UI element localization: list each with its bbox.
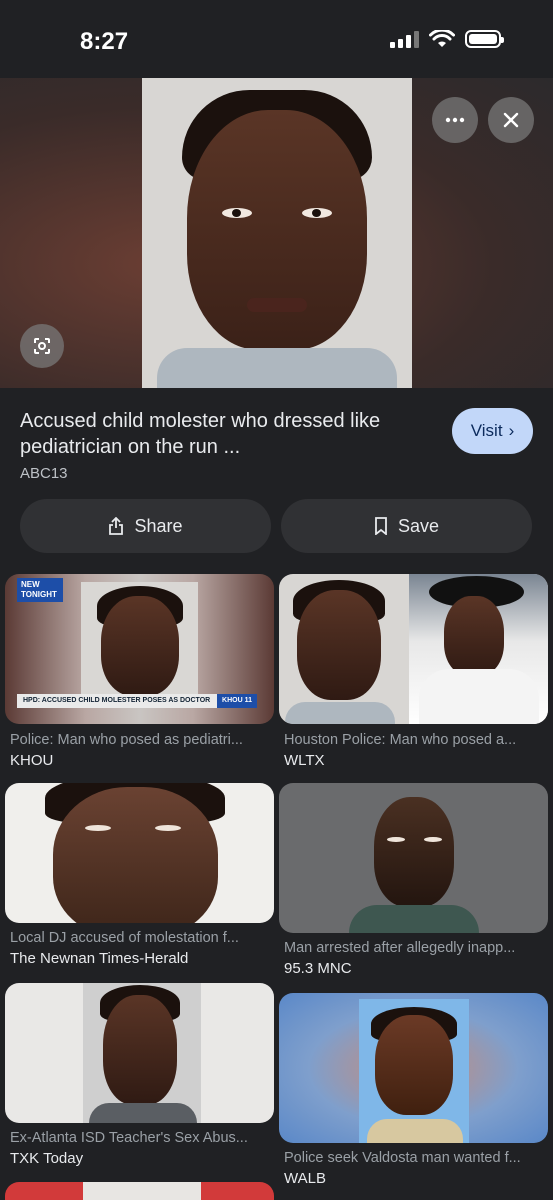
related-card[interactable]: Man arrested after allegedly inapp... 95… xyxy=(279,783,548,983)
close-icon xyxy=(503,112,519,128)
related-caption: Police seek Valdosta man wanted f... xyxy=(284,1150,521,1166)
related-caption: Houston Police: Man who posed a... xyxy=(284,732,517,748)
related-thumbnail xyxy=(5,983,274,1123)
more-options-button[interactable] xyxy=(432,97,478,143)
bookmark-icon xyxy=(375,517,387,535)
cellular-signal-icon xyxy=(390,30,419,48)
related-card-partial[interactable] xyxy=(5,1182,274,1200)
related-source: TXK Today xyxy=(10,1150,84,1167)
lens-icon xyxy=(34,338,50,354)
related-source: KHOU xyxy=(10,752,54,769)
related-card[interactable]: NEW TONIGHT HPD: ACCUSED CHILD MOLESTER … xyxy=(5,574,274,774)
related-thumbnail xyxy=(279,993,548,1143)
visit-label: Visit xyxy=(470,421,503,440)
related-card[interactable]: Ex-Atlanta ISD Teacher's Sex Abus... TXK… xyxy=(5,983,274,1173)
related-caption: Man arrested after allegedly inapp... xyxy=(284,940,516,956)
lower-third: HPD: ACCUSED CHILD MOLESTER POSES AS DOC… xyxy=(17,694,257,708)
related-thumbnail: NEW TONIGHT HPD: ACCUSED CHILD MOLESTER … xyxy=(5,574,274,724)
related-card[interactable]: Local DJ accused of molestation f... The… xyxy=(5,783,274,973)
news-badge: NEW TONIGHT xyxy=(17,578,63,602)
lens-search-button[interactable] xyxy=(20,324,64,368)
related-card[interactable]: Police seek Valdosta man wanted f... WAL… xyxy=(279,993,548,1188)
related-caption: Ex-Atlanta ISD Teacher's Sex Abus... xyxy=(10,1130,248,1146)
share-icon xyxy=(109,517,124,535)
status-time: 8:27 xyxy=(80,28,129,55)
ellipsis-icon xyxy=(445,117,465,123)
related-source: WLTX xyxy=(284,752,325,769)
share-button[interactable]: Share xyxy=(20,499,271,553)
close-button[interactable] xyxy=(488,97,534,143)
status-bar: 8:27 xyxy=(0,0,553,78)
mugshot-photo xyxy=(142,78,412,388)
related-thumbnail xyxy=(5,783,274,923)
related-source: WALB xyxy=(284,1170,326,1187)
save-label: Save xyxy=(397,515,440,536)
result-title[interactable]: Accused child molester who dressed like … xyxy=(20,408,430,460)
battery-icon xyxy=(465,30,504,48)
visit-button[interactable]: Visit › xyxy=(452,408,533,454)
chevron-right-icon: › xyxy=(508,421,515,440)
save-button[interactable]: Save xyxy=(281,499,532,553)
status-icons xyxy=(390,30,504,48)
related-card[interactable]: Houston Police: Man who posed a... WLTX xyxy=(279,574,548,774)
share-label: Share xyxy=(134,515,183,536)
related-thumbnail xyxy=(279,783,548,933)
related-caption: Local DJ accused of molestation f... xyxy=(10,930,239,946)
related-caption: Police: Man who posed as pediatri... xyxy=(10,732,243,748)
related-thumbnail xyxy=(279,574,548,724)
related-source: 95.3 MNC xyxy=(284,960,352,977)
result-source: ABC13 xyxy=(20,465,68,482)
related-source: The Newnan Times-Herald xyxy=(10,950,189,967)
wifi-icon xyxy=(429,30,455,47)
